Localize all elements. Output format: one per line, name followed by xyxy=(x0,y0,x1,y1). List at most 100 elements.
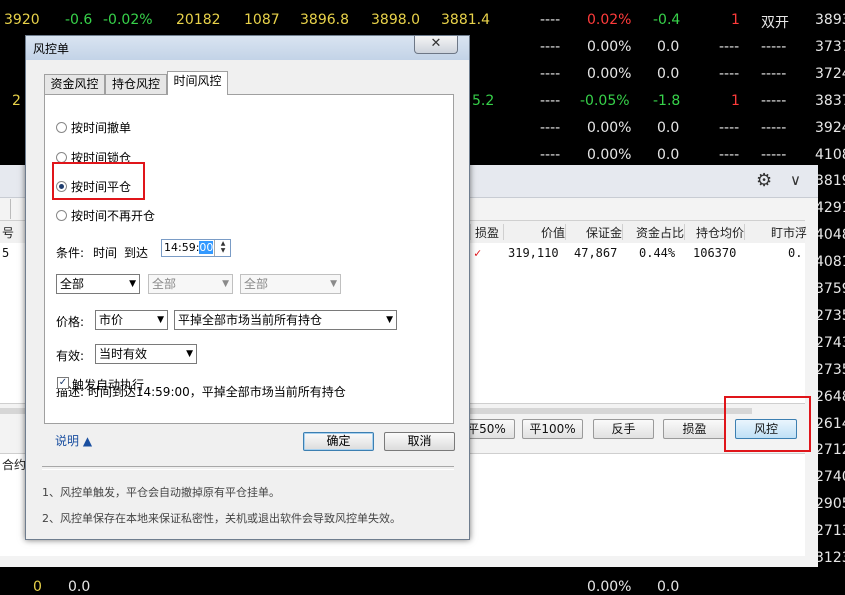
right-price-cell: 4081 xyxy=(815,254,845,271)
price-label: 价格: xyxy=(56,315,85,329)
right-price-cell: 3893 xyxy=(815,12,845,28)
radio-no-open-by-time[interactable]: 按时间不再开仓 xyxy=(56,207,155,223)
price-type-select[interactable]: 市价 ▼ xyxy=(95,310,168,330)
quote-cell: ----- xyxy=(761,120,787,136)
spin-down-icon[interactable]: ▼ xyxy=(215,247,231,254)
select-value: 当时有效 xyxy=(99,347,148,361)
cell-avg-price: 106370 xyxy=(693,246,737,260)
time-risk-panel: 按时间撤单 按时间锁仓 按时间平仓 按时间不再开仓 条件: 时间 到达 描述: … xyxy=(44,94,454,424)
right-price-cell: 2735 xyxy=(815,361,845,378)
quote-cell: 0.0 xyxy=(657,66,680,82)
quote-cell: -0.02% xyxy=(103,12,153,28)
right-price-cell: 3759 xyxy=(815,281,845,297)
right-price-cell: 3737 xyxy=(815,38,845,55)
select-value: 全部 xyxy=(60,277,85,291)
settings-icon[interactable]: ⚙ xyxy=(756,170,772,191)
spin-up-icon[interactable]: ▲ xyxy=(215,240,231,247)
right-price-cell: 3924 xyxy=(815,119,845,136)
header-ratio[interactable]: 资金占比 xyxy=(622,224,684,240)
tab-position-risk[interactable]: 持仓风控 xyxy=(105,74,167,94)
quote-cell: ----- xyxy=(761,66,787,82)
price-action-select[interactable]: 平掉全部市场当前所有持仓 ▼ xyxy=(174,310,397,330)
right-price-cell: 2743 xyxy=(815,334,845,351)
chevron-down-icon: ▼ xyxy=(222,279,229,289)
quote-cell: 1087 xyxy=(244,12,280,28)
note-1: 1、风控单触发，平仓会自动撤掉原有平仓挂单。 xyxy=(42,486,280,499)
header-avg-price[interactable]: 持仓均价 xyxy=(684,224,744,240)
check-mark-icon: ✓ xyxy=(474,246,482,260)
note-2: 2、风控单保存在本地来保证私密性，关机或退出软件会导致风控单失效。 xyxy=(42,512,401,525)
auto-exec-checkbox[interactable]: ✓ xyxy=(57,377,69,389)
quote-cell: 3896.8 xyxy=(300,12,349,28)
quote-cell: ---- xyxy=(719,147,740,163)
reverse-button[interactable]: 反手 xyxy=(593,419,654,439)
dialog-title: 风控单 xyxy=(33,42,70,56)
quote-cell: 0.00% xyxy=(587,39,632,55)
right-price-cell: 2735 xyxy=(815,307,845,324)
highlight-close-by-time xyxy=(52,162,145,200)
right-price-cell: 2905 xyxy=(815,496,845,513)
quote-cell: 3881.4 xyxy=(441,12,490,28)
dialog-separator xyxy=(42,466,454,470)
tab-fund-risk[interactable]: 资金风控 xyxy=(44,74,105,94)
header-margin[interactable]: 保证金 xyxy=(565,224,622,240)
validity-select[interactable]: 当时有效 ▼ xyxy=(95,344,197,364)
close-icon[interactable]: ✕ xyxy=(414,36,458,54)
quote-cell: 0.02% xyxy=(587,12,632,28)
cell-ratio: 0.44% xyxy=(639,246,676,260)
footer-cell: 0.0 xyxy=(68,579,91,595)
radio-button[interactable] xyxy=(56,122,67,133)
quote-cell: 5.2 xyxy=(472,93,495,109)
quote-cell: -1.8 xyxy=(653,93,681,109)
tab-time-risk[interactable]: 时间风控 xyxy=(167,71,228,95)
time-spinner[interactable]: ▲ ▼ xyxy=(214,240,231,256)
chevron-down-icon: ▼ xyxy=(157,315,164,325)
right-price-cell: 4291 xyxy=(815,200,845,217)
quote-cell: 0.0 xyxy=(657,39,680,55)
header-value[interactable]: 价值 xyxy=(503,224,565,240)
cell-float: 0. xyxy=(788,246,803,260)
collapse-icon[interactable]: ∨ xyxy=(790,171,801,189)
quote-cell: 0.0 xyxy=(657,120,680,136)
cell-margin: 47,867 xyxy=(574,246,618,260)
select-value: 全部 xyxy=(244,277,269,291)
ok-button[interactable]: 确定 xyxy=(303,432,374,451)
quote-cell: ---- xyxy=(540,66,561,82)
auto-exec-label: 触发自动执行 xyxy=(72,378,145,392)
dialog-titlebar[interactable]: 风控单 ✕ xyxy=(26,36,469,60)
quote-cell: ---- xyxy=(719,66,740,82)
quote-cell: 1 xyxy=(731,93,740,109)
right-price-cell: 2614 xyxy=(815,415,845,432)
quote-cell: ---- xyxy=(719,39,740,55)
close-100-button[interactable]: 平100% xyxy=(522,419,583,439)
header-float[interactable]: 盯市浮 xyxy=(744,224,807,240)
quote-cell: -0.05% xyxy=(580,93,630,109)
cancel-button[interactable]: 取消 xyxy=(384,432,455,451)
right-price-cell: 4048 xyxy=(815,227,845,244)
quote-cell: 0.00% xyxy=(587,120,632,136)
chevron-down-icon: ▼ xyxy=(330,279,337,289)
quote-row[interactable]: 3920 -0.6 -0.02% 20182 1087 3896.8 3898.0 3881.… xyxy=(0,7,845,34)
quote-cell: 3898.0 xyxy=(371,12,420,28)
scope-select-3: 全部 ▼ xyxy=(240,274,341,294)
header-profit[interactable]: 损盈 xyxy=(470,224,499,240)
stop-profit-button[interactable]: 损盈 xyxy=(663,419,726,439)
quote-cell: 1 xyxy=(731,12,740,28)
quote-footer-row: 0 0.0 0.00% 0.0 xyxy=(0,567,845,595)
condition-kind: 时间 xyxy=(93,246,118,260)
quote-cell: ---- xyxy=(540,120,561,136)
select-value: 全部 xyxy=(152,277,177,291)
quote-cell: 20182 xyxy=(176,12,221,28)
right-price-cell: 3123 xyxy=(815,550,845,566)
radio-button[interactable] xyxy=(56,210,67,221)
dialog-body: 资金风控 持仓风控 时间风控 按时间撤单 按时间锁仓 按时间平仓 按时间不再开仓… xyxy=(35,61,461,535)
cell-value: 319,110 xyxy=(508,246,559,260)
radio-cancel-by-time[interactable]: 按时间撤单 xyxy=(56,119,131,135)
scope-select-1[interactable]: 全部 ▼ xyxy=(56,274,140,294)
right-price-cell: 2713 xyxy=(815,523,845,540)
quote-cell: ---- xyxy=(540,39,561,55)
scope-select-2: 全部 ▼ xyxy=(148,274,233,294)
quote-cell: ----- xyxy=(761,39,787,55)
highlight-risk-button xyxy=(724,396,811,452)
help-link[interactable]: 说明 ▲ xyxy=(55,432,92,449)
